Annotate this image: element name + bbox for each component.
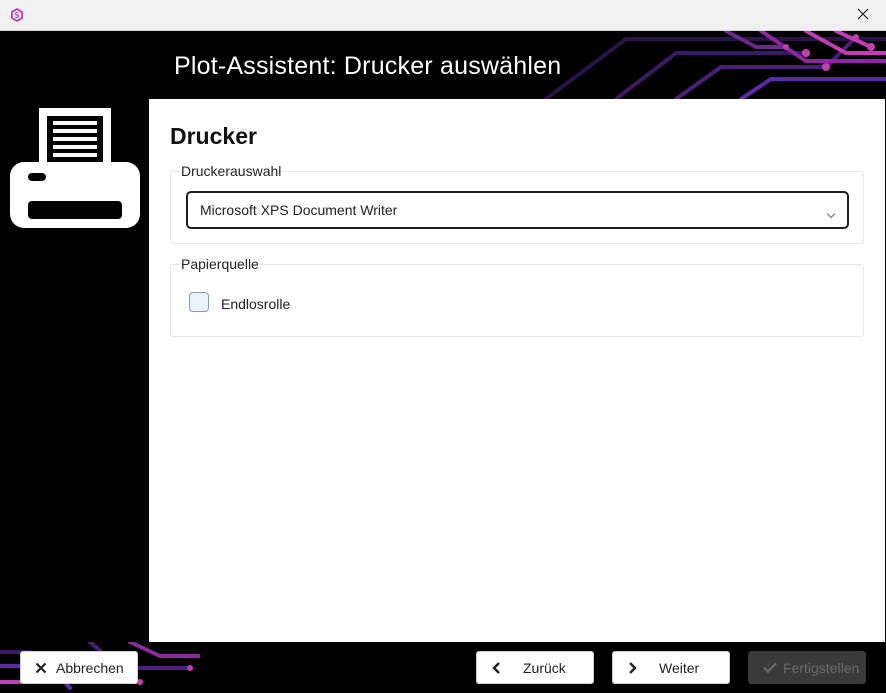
printer-select-value: Microsoft XPS Document Writer <box>200 202 398 218</box>
cancel-button[interactable]: Abbrechen <box>20 651 138 684</box>
printer-selection-legend: Druckerauswahl <box>180 163 283 179</box>
paper-source-legend: Papierquelle <box>180 256 260 272</box>
wizard-title: Plot-Assistent: Drucker auswählen <box>174 52 562 80</box>
close-icon <box>857 7 869 25</box>
next-button[interactable]: Weiter <box>612 651 730 684</box>
wizard-footer: Abbrechen Zurück Weiter Fertigstellen <box>0 642 886 693</box>
printer-icon <box>8 106 142 235</box>
printer-select[interactable]: Microsoft XPS Document Writer <box>186 191 849 229</box>
close-button[interactable] <box>840 0 886 31</box>
wizard-content: Drucker Druckerauswahl Microsoft XPS Doc… <box>149 99 885 642</box>
wizard-header: Plot-Assistent: Drucker auswählen <box>0 31 886 99</box>
chevron-right-icon <box>628 661 637 674</box>
back-button-label: Zurück <box>523 659 566 676</box>
endless-roll-label[interactable]: Endlosrolle <box>221 296 290 312</box>
circuit-decoration <box>544 31 886 99</box>
next-button-label: Weiter <box>659 659 700 676</box>
page-title: Drucker <box>170 123 257 149</box>
close-icon <box>35 662 47 674</box>
printer-selection-group: Druckerauswahl Microsoft XPS Document Wr… <box>170 163 864 244</box>
cancel-button-label: Abbrechen <box>56 659 124 676</box>
paper-source-group: Papierquelle Endlosrolle <box>170 256 864 337</box>
endless-roll-checkbox[interactable] <box>189 292 209 312</box>
chevron-left-icon <box>492 661 501 674</box>
check-icon <box>763 662 777 673</box>
window-titlebar: S <box>0 0 886 31</box>
finish-button-label: Fertigstellen <box>783 659 860 676</box>
finish-button: Fertigstellen <box>748 651 866 684</box>
back-button[interactable]: Zurück <box>476 651 594 684</box>
chevron-down-icon <box>826 206 836 224</box>
svg-text:S: S <box>14 11 19 20</box>
s-logo-icon: S <box>9 7 25 23</box>
